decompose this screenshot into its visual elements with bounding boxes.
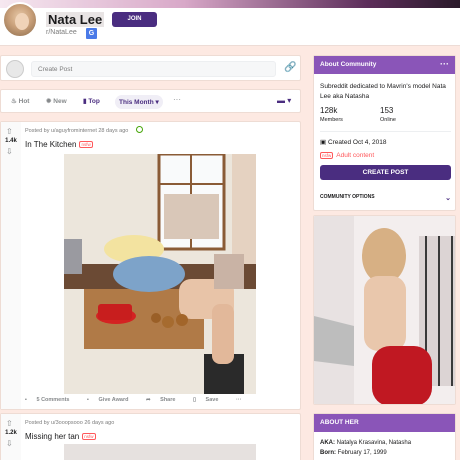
award-icon — [136, 126, 143, 133]
adult-content-tag: nsfw Adult content — [320, 152, 375, 160]
upvote-icon[interactable]: ⇧ — [6, 127, 13, 136]
sidebar-image[interactable] — [313, 215, 456, 405]
post-title[interactable]: Missing her tan nsfw — [25, 432, 96, 441]
about-her-panel: ABOUT HER AKA: Natalya Krasavina, Natash… — [313, 413, 456, 460]
sort-top[interactable]: ▮ Top — [83, 97, 100, 105]
post-meta: Posted by u/aguyfrominternet 28 days ago — [25, 128, 129, 134]
community-description: Subreddit dedicated to Mavrin's model Na… — [320, 83, 446, 100]
post-image[interactable] — [64, 154, 256, 394]
vote-column: ⇧ 1.2k ⇩ — [1, 414, 21, 460]
join-button[interactable]: JOIN — [112, 12, 157, 27]
share-icon: ➦ — [146, 397, 153, 403]
gift-icon: ▪ — [87, 397, 91, 403]
nsfw-badge: nsfw — [82, 433, 96, 441]
divider — [320, 131, 451, 132]
sort-hot[interactable]: ♨ Hot — [11, 97, 29, 105]
comment-icon: ▪ — [25, 397, 29, 403]
about-her-header: ABOUT HER — [314, 414, 455, 432]
about-community-panel: About Community ··· Subreddit dedicated t… — [313, 55, 456, 211]
post-card[interactable]: ⇧ 1.2k ⇩ Posted by u/3ooopsooo 26 days a… — [0, 413, 301, 460]
more-actions-icon[interactable]: ··· — [236, 397, 242, 403]
online-stat: 153 Online — [380, 106, 396, 123]
members-label: Members — [320, 117, 343, 123]
more-sort-icon[interactable]: ··· — [173, 95, 181, 104]
comments-button[interactable]: ▪ 5 Comments — [25, 397, 78, 403]
born-line: Born: February 17, 1999 — [320, 450, 387, 456]
community-banner — [0, 0, 460, 8]
post-title[interactable]: In The Kitchen nsfw — [25, 140, 93, 149]
community-options-toggle[interactable]: COMMUNITY OPTIONS ⌄ — [320, 194, 451, 202]
sort-bar: ♨ Hot ✹ New ▮ Top This Month ▾ ··· ▬ ▾ — [0, 89, 301, 113]
post-card[interactable]: ⇧ 1.4k ⇩ Posted by u/aguyfrominternet 28… — [0, 121, 301, 410]
vote-column: ⇧ 1.4k ⇩ — [1, 122, 21, 409]
award-button[interactable]: ▪ Give Award — [87, 397, 136, 403]
created-date: ▣ Created Oct 4, 2018 — [320, 139, 387, 146]
upvote-icon[interactable]: ⇧ — [6, 419, 13, 428]
post-actions: ▪ 5 Comments ▪ Give Award ➦ Share ▯ Save… — [25, 397, 249, 403]
community-avatar[interactable] — [2, 2, 38, 38]
link-icon[interactable]: 🔗 — [284, 62, 296, 73]
post-meta: Posted by u/3ooopsooo 26 days ago — [25, 420, 115, 426]
vote-count: 1.4k — [5, 138, 17, 144]
create-post-bar: Create Post 🔗 — [0, 55, 301, 81]
share-button[interactable]: ➦ Share — [146, 397, 183, 403]
flame-icon: ♨ — [11, 98, 19, 105]
about-community-header: About Community ··· — [314, 56, 455, 74]
user-avatar-icon[interactable] — [6, 60, 24, 78]
view-mode-select[interactable]: ▬ ▾ — [277, 96, 291, 105]
translate-icon[interactable]: G — [86, 28, 97, 39]
more-options-icon[interactable]: ··· — [440, 59, 449, 69]
members-stat: 128k Members — [320, 106, 343, 123]
vote-count: 1.2k — [5, 430, 17, 436]
create-post-button[interactable]: CREATE POST — [320, 165, 451, 180]
save-button[interactable]: ▯ Save — [193, 397, 226, 403]
subreddit-name: r/NataLee — [46, 29, 77, 36]
nsfw-badge: nsfw — [79, 141, 93, 149]
online-label: Online — [380, 117, 396, 123]
community-title: Nata Lee — [46, 12, 105, 27]
online-count: 153 — [380, 106, 394, 115]
downvote-icon[interactable]: ⇩ — [6, 439, 13, 448]
members-count: 128k — [320, 106, 338, 115]
create-post-input[interactable]: Create Post — [31, 61, 276, 77]
aka-line: AKA: Natalya Krasavina, Natasha — [320, 440, 412, 446]
community-header: Nata Lee r/NataLee G JOIN — [0, 0, 460, 46]
bookmark-icon: ▯ — [192, 397, 198, 403]
sort-new[interactable]: ✹ New — [46, 97, 67, 105]
post-image[interactable] — [64, 444, 256, 460]
cake-icon: ▣ — [320, 139, 328, 146]
time-period-select[interactable]: This Month ▾ — [115, 95, 163, 109]
nsfw-badge: nsfw — [320, 152, 334, 159]
chevron-down-icon: ⌄ — [445, 195, 451, 202]
downvote-icon[interactable]: ⇩ — [6, 147, 13, 156]
